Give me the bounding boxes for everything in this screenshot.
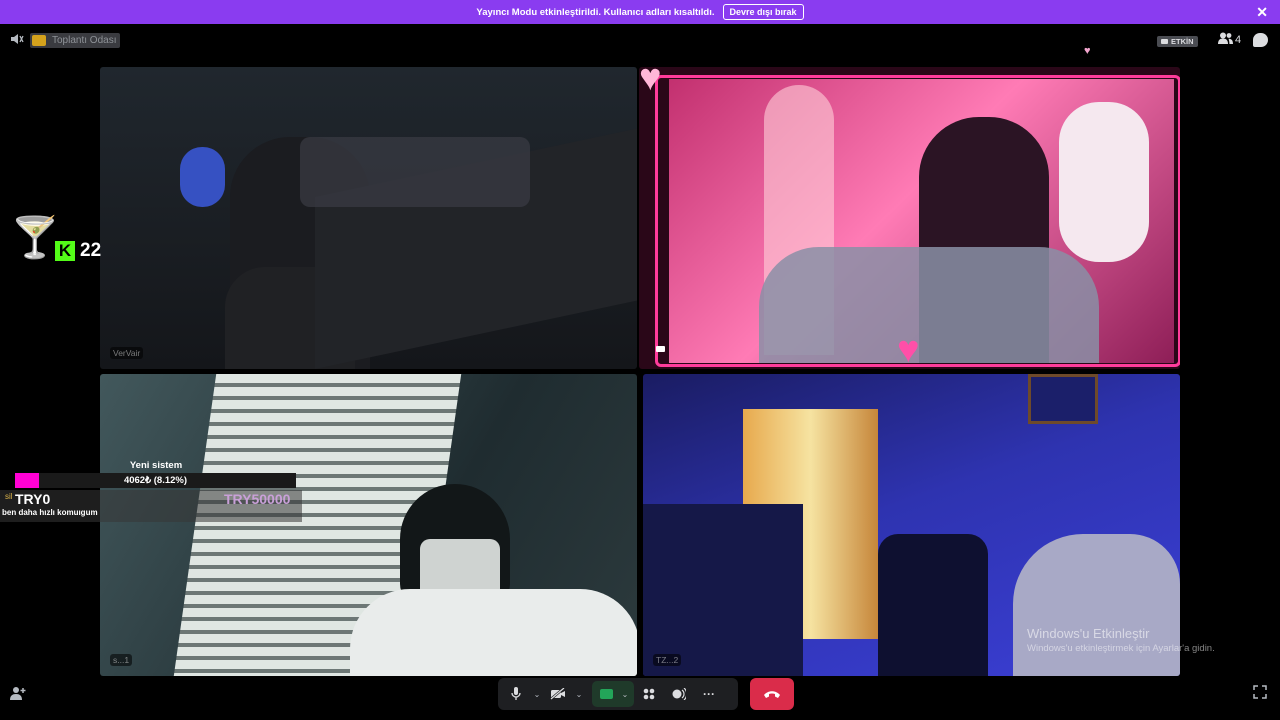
chevron-down-icon[interactable]: ⌄ [530,681,544,707]
microphone-button[interactable] [502,681,530,707]
more-options-button[interactable]: ··· [694,681,724,707]
kick-logo-icon: K [55,241,75,261]
soundboard-button[interactable] [664,681,694,707]
banner-message: Yayıncı Modu etkinleştirildi. Kullanıcı … [476,6,715,18]
chat-amount-left: TRY0 [15,491,51,507]
room-selector[interactable]: Toplantı Odası [30,33,121,48]
call-window: Yayıncı Modu etkinleştirildi. Kullanıcı … [0,0,1280,720]
activities-button[interactable] [634,681,664,707]
chevron-down-icon[interactable]: ⌄ [618,681,632,707]
heart-icon: ♥ [897,329,920,369]
camera-icon [656,346,665,352]
wall-frame [1028,374,1098,424]
screen-share-icon [599,689,613,699]
active-badge-label: ETKİN [1171,37,1194,46]
close-icon[interactable]: ✕ [1256,4,1268,20]
chat-icon[interactable] [1253,33,1268,47]
activation-watermark-subtitle: Windows'u etkinleştirmek için Ayarlar'a … [1027,643,1215,654]
goal-title: Yeni sistem [129,460,183,471]
headphones [180,147,225,207]
streamer-mode-banner: Yayıncı Modu etkinleştirildi. Kullanıcı … [0,0,1280,24]
bed [643,504,803,676]
stream-frame [655,75,1180,367]
room-name: Toplantı Odası [52,35,117,46]
video-tile-3[interactable]: s...1 [100,374,637,676]
camera-off-icon[interactable] [544,681,572,707]
participants-button[interactable]: 4 [1218,32,1241,47]
fullscreen-icon[interactable] [1253,685,1267,702]
server-icon [32,35,46,46]
heart-icon: ♥ [1084,45,1091,57]
participant-name: VerVair [110,347,144,359]
person-resting [1013,534,1180,676]
bedding [300,137,530,207]
chat-amount-right: TRY50000 [224,491,291,507]
disable-streamer-mode-button[interactable]: Devre dışı bırak [722,4,804,20]
hoodie [350,589,637,676]
invite-icon[interactable] [10,686,26,703]
chat-username: sil [5,492,13,501]
media-controls: ⌄ ⌄ ⌄ ··· [498,678,738,710]
participant-name: s...1 [110,654,133,666]
video-tile-1[interactable]: VerVair [100,67,637,369]
activation-watermark-title: Windows'u Etkinleştir [1027,626,1150,641]
streaming-active-badge[interactable]: ETKİN [1157,36,1198,47]
goal-value: 4062₺ (8.12%) [123,475,188,486]
video-tile-2[interactable]: ♥ ♥ [639,67,1180,369]
participant-name: TZ...2 [653,654,682,666]
call-controls-bar: ⌄ ⌄ ⌄ ··· [0,676,1280,720]
chat-message: ben daha hızlı komuıgum [2,508,98,517]
stream-icon [1161,39,1168,44]
cocktail-icon: 🍸 [10,216,60,260]
chevron-down-icon[interactable]: ⌄ [572,681,586,707]
screen-share-group: ⌄ [592,681,634,707]
heart-icon: ♥ [639,67,662,99]
gaming-chair [878,534,988,676]
kick-viewer-count: 22 [80,240,102,261]
people-icon [1218,32,1233,47]
speaker-icon[interactable] [10,33,24,48]
participant-count: 4 [1235,33,1242,46]
screen-share-button[interactable] [594,681,618,707]
leave-call-button[interactable] [750,678,794,710]
